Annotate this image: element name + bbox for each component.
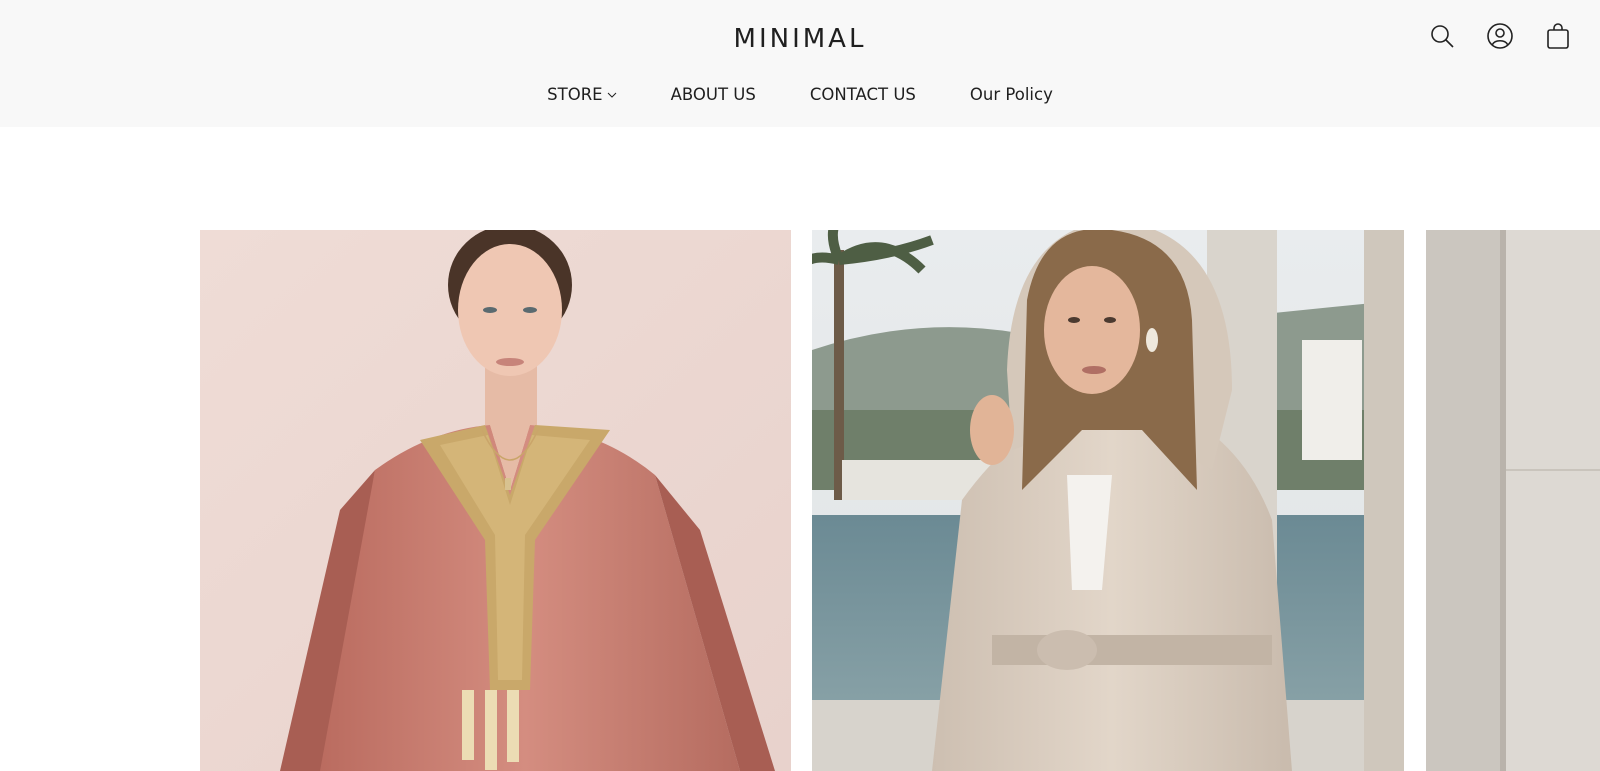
nav-item-label: STORE (547, 85, 603, 104)
kaftan-photo (200, 230, 791, 771)
gallery-image-robe[interactable] (812, 230, 1404, 771)
account-icon[interactable] (1486, 22, 1514, 50)
nav-item-our-policy[interactable]: Our Policy (970, 85, 1053, 104)
site-header: MINIMAL STORE ABOUT US CONTACT US Our Po… (0, 0, 1600, 127)
search-icon[interactable] (1428, 22, 1456, 50)
nav-item-label: CONTACT US (809, 85, 916, 104)
nav-item-contact-us[interactable]: CONTACT US (810, 85, 916, 104)
cart-icon[interactable] (1544, 22, 1572, 50)
header-icons (1428, 22, 1572, 50)
robe-photo (812, 230, 1404, 771)
chevron-down-icon (607, 92, 616, 98)
gallery-image-kaftan[interactable] (200, 230, 791, 771)
nav-item-about-us[interactable]: ABOUT US (671, 85, 756, 104)
columns-photo (1426, 230, 1600, 771)
main-nav: STORE ABOUT US CONTACT US Our Policy (0, 85, 1600, 104)
gallery-image-columns[interactable] (1426, 230, 1600, 771)
site-logo[interactable]: MINIMAL (0, 24, 1600, 54)
image-gallery (200, 230, 1600, 771)
nav-item-label: Our Policy (969, 85, 1053, 104)
nav-item-store[interactable]: STORE (547, 85, 616, 104)
nav-item-label: ABOUT US (670, 85, 756, 104)
